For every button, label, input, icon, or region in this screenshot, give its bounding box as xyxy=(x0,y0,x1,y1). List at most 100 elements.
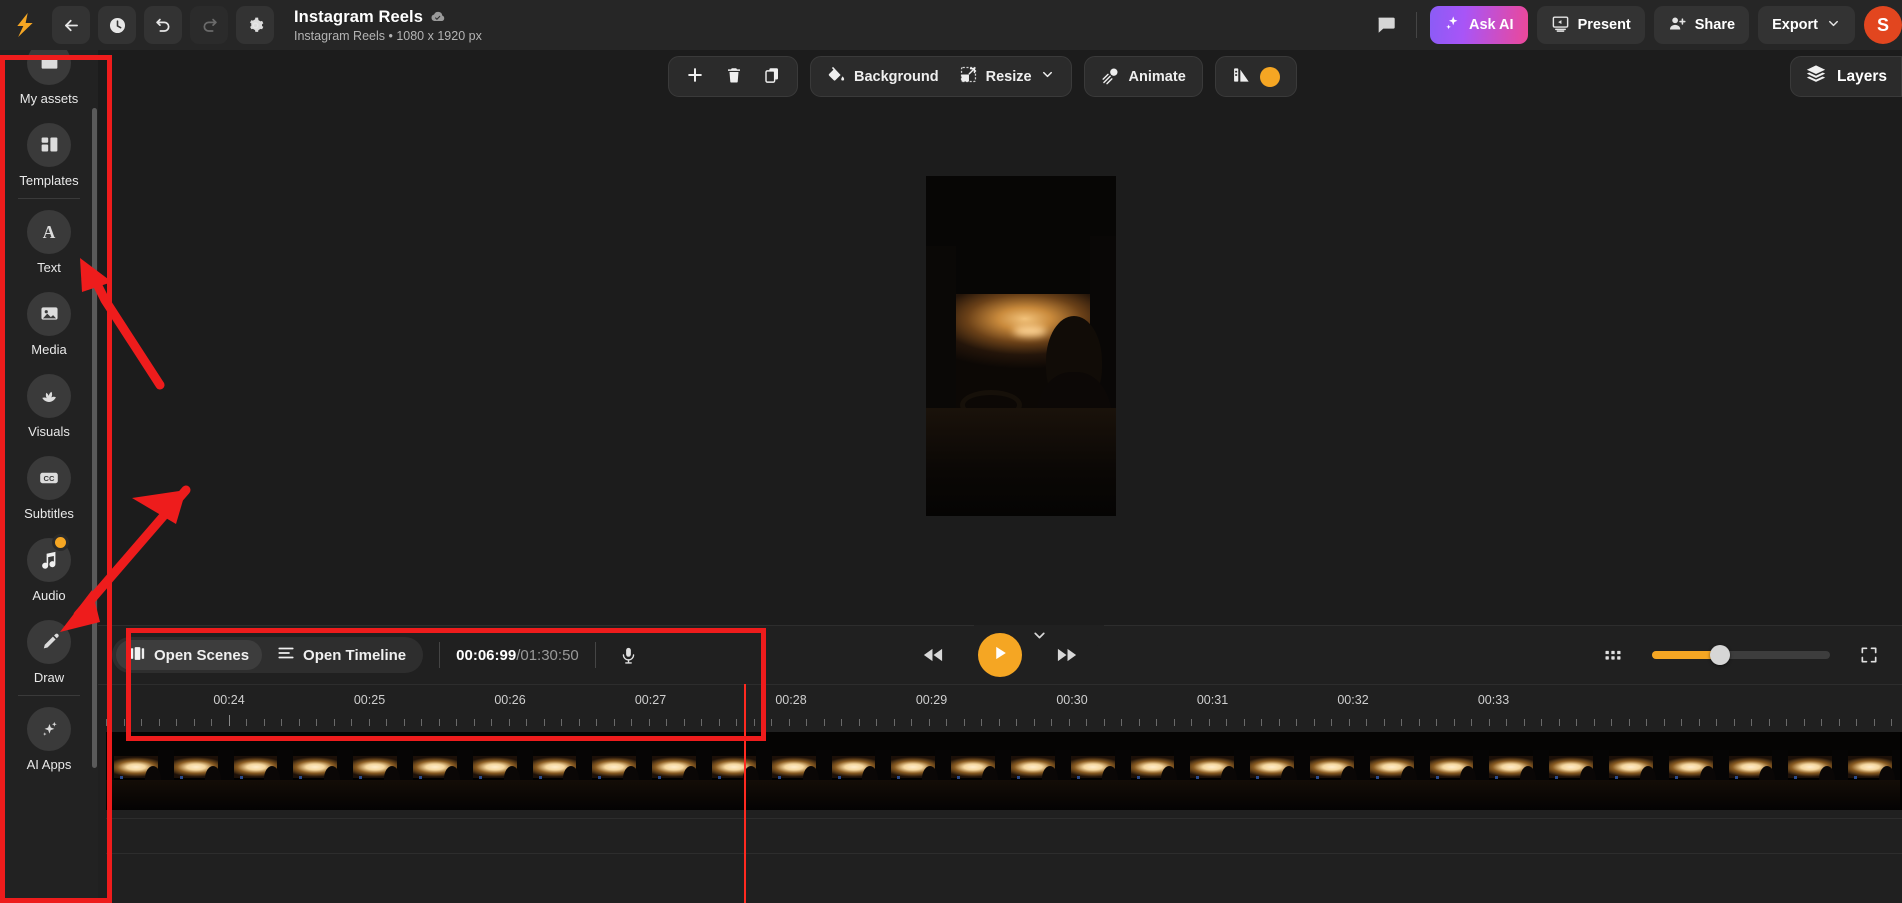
sidebar-item-audio[interactable]: Audio xyxy=(0,529,98,611)
track-divider xyxy=(106,818,1902,819)
ruler-tick-mark xyxy=(648,719,650,726)
ruler-tick-mark xyxy=(473,719,475,726)
filmstrip-frame xyxy=(285,732,346,810)
sidebar-item-templates[interactable]: Templates xyxy=(0,114,98,196)
ruler-tick-mark xyxy=(1068,719,1070,726)
sidebar-item-text[interactable]: A Text xyxy=(0,201,98,283)
play-icon xyxy=(990,643,1010,668)
export-button[interactable]: Export xyxy=(1758,6,1855,44)
duplicate-button[interactable] xyxy=(753,60,791,93)
ruler-tick-mark xyxy=(981,719,982,726)
sidebar-item-subtitles[interactable]: CC Subtitles xyxy=(0,447,98,529)
sidebar-item-visuals[interactable]: Visuals xyxy=(0,365,98,447)
ruler-tick-label: 00:30 xyxy=(1056,693,1088,707)
share-button[interactable]: Share xyxy=(1653,6,1750,44)
ruler-tick-mark xyxy=(666,719,667,726)
open-scenes-button[interactable]: Open Scenes xyxy=(116,640,263,670)
canvas-toolbar: Background Resize Animate xyxy=(668,56,1297,97)
filmstrip-frame xyxy=(1720,732,1781,810)
current-time: 00:06:99 xyxy=(456,646,517,664)
sidebar-label-templates: Templates xyxy=(19,172,79,188)
background-button[interactable]: Background xyxy=(817,60,949,93)
present-button[interactable]: Present xyxy=(1536,6,1645,44)
ruler-tick-mark xyxy=(228,715,230,726)
filmstrip-frame xyxy=(943,732,1003,810)
ruler-tick-mark xyxy=(1593,719,1595,726)
ruler-tick-label: 00:33 xyxy=(1477,693,1510,707)
undo-button[interactable] xyxy=(144,6,182,44)
ruler-tick-mark xyxy=(1278,719,1280,726)
playhead[interactable] xyxy=(744,684,746,903)
plus-icon xyxy=(685,65,705,89)
grid-dots-icon[interactable] xyxy=(1596,638,1630,672)
filmstrip-frame xyxy=(106,732,166,810)
app-logo-icon[interactable] xyxy=(10,8,44,42)
comment-icon[interactable] xyxy=(1369,8,1403,42)
extra-tracks xyxy=(106,818,1902,888)
animate-button[interactable]: Animate xyxy=(1091,60,1196,93)
settings-button[interactable] xyxy=(236,6,274,44)
filmstrip-frame xyxy=(1361,732,1422,810)
ruler-tick-mark xyxy=(1716,719,1717,726)
avatar[interactable]: S xyxy=(1864,6,1902,44)
sidebar-scrollbar[interactable] xyxy=(92,108,97,768)
resize-button[interactable]: Resize xyxy=(949,60,1065,93)
open-scenes-label: Open Scenes xyxy=(154,646,250,664)
svg-text:A: A xyxy=(43,221,56,241)
ruler-tick-mark xyxy=(1348,719,1350,726)
document-title-block: Instagram Reels Instagram Reels • 1080 x… xyxy=(294,8,482,43)
video-track[interactable] xyxy=(106,732,1902,810)
ruler-tick-mark xyxy=(823,719,825,726)
sidebar-item-ai-apps[interactable]: AI Apps xyxy=(0,698,98,780)
microphone-icon[interactable] xyxy=(612,638,646,672)
sidebar-label-media: Media xyxy=(31,341,67,357)
rewind-button[interactable] xyxy=(916,638,950,672)
ruler-tick-mark xyxy=(1173,719,1175,726)
open-timeline-button[interactable]: Open Timeline xyxy=(264,640,419,670)
scenes-film-icon xyxy=(129,645,146,666)
sidebar-label-subtitles: Subtitles xyxy=(24,505,74,521)
history-button[interactable] xyxy=(98,6,136,44)
ruler-tick-mark xyxy=(1646,719,1647,726)
ask-ai-button[interactable]: Ask AI xyxy=(1429,6,1528,44)
back-button[interactable] xyxy=(52,6,90,44)
toolbar-group-edit xyxy=(668,56,798,97)
ruler-tick-mark xyxy=(1156,719,1157,726)
ruler-tick-mark xyxy=(578,719,580,726)
timeline-controls: Open Scenes Open Timeline 00:06:99/01:30… xyxy=(98,626,1902,684)
ruler-tick-mark xyxy=(1698,719,1700,726)
filmstrip[interactable] xyxy=(106,732,1902,810)
ruler-tick-mark xyxy=(701,719,702,726)
palette-swatch[interactable] xyxy=(1259,66,1280,87)
filmstrip-frame xyxy=(1780,732,1841,810)
add-button[interactable] xyxy=(675,60,715,93)
ruler-tick-mark xyxy=(421,719,422,726)
redo-button[interactable] xyxy=(190,6,228,44)
ruler-tick-mark xyxy=(1786,719,1787,726)
ruler-tick-mark xyxy=(456,719,457,726)
color-palette-button[interactable] xyxy=(1222,60,1290,93)
zoom-slider-knob[interactable] xyxy=(1709,645,1730,665)
ruler-tick-mark xyxy=(298,719,300,726)
ruler-tick-mark xyxy=(281,719,282,726)
video-preview[interactable] xyxy=(926,176,1116,516)
fast-forward-button[interactable] xyxy=(1050,638,1084,672)
resize-corner-icon xyxy=(959,65,978,88)
play-button[interactable] xyxy=(978,633,1022,677)
ruler-tick-mark xyxy=(211,719,212,726)
timeline-ruler[interactable]: 00:24 00:25 00:26 00:27 00:28 00:29 00:30 00:31… xyxy=(98,684,1902,732)
filmstrip-frame xyxy=(165,732,226,810)
layers-button[interactable]: Layers xyxy=(1790,56,1902,97)
fullscreen-icon[interactable] xyxy=(1852,638,1886,672)
sidebar-item-media[interactable]: Media xyxy=(0,283,98,365)
timecode-display: 00:06:99/01:30:50 xyxy=(456,647,579,664)
sidebar-item-draw[interactable]: Draw xyxy=(0,611,98,693)
layers-stack-icon xyxy=(1805,63,1827,90)
sparkles-icon xyxy=(1444,15,1461,36)
filmstrip-frame xyxy=(345,732,405,810)
sidebar-item-my-assets[interactable]: My assets xyxy=(0,50,98,114)
ruler-tick-label: 00:28 xyxy=(775,693,807,707)
delete-button[interactable] xyxy=(715,60,753,93)
filmstrip-frame xyxy=(1840,732,1900,810)
zoom-slider[interactable] xyxy=(1652,645,1830,665)
